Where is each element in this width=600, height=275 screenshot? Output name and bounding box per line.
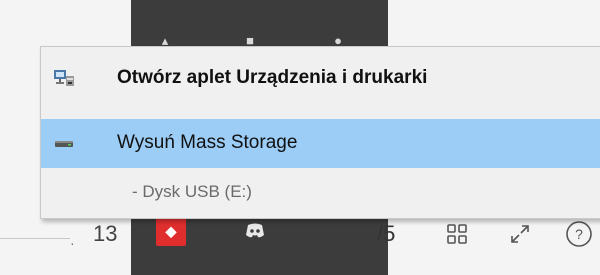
menu-item-usb-disk[interactable]: - Dysk USB (E:) bbox=[41, 168, 600, 218]
svg-text:?: ? bbox=[575, 226, 583, 242]
menu-item-open-devices-printers[interactable]: Otwórz aplet Urządzenia i drukarki bbox=[41, 47, 600, 115]
zoom-slider-dot: · bbox=[70, 235, 75, 251]
usb-drive-icon bbox=[53, 134, 75, 154]
page-counter: /5 bbox=[377, 221, 396, 246]
zoom-value: 13 bbox=[93, 221, 118, 246]
help-icon[interactable]: ? bbox=[562, 217, 596, 251]
usb-context-menu: Otwórz aplet Urządzenia i drukarki Wysuń… bbox=[40, 46, 600, 219]
zoom-slider-track[interactable] bbox=[0, 238, 70, 239]
menu-item-label: - Dysk USB (E:) bbox=[132, 182, 252, 201]
zoom-control: · 13 bbox=[0, 216, 131, 256]
discord-icon[interactable] bbox=[240, 216, 270, 246]
menu-item-label: Otwórz aplet Urządzenia i drukarki bbox=[117, 67, 428, 88]
red-app-icon[interactable]: ◆ bbox=[156, 216, 186, 246]
menu-item-label: Wysuń Mass Storage bbox=[117, 132, 298, 153]
expand-icon[interactable] bbox=[503, 217, 537, 251]
devices-printers-icon bbox=[53, 68, 75, 88]
menu-item-eject-mass-storage[interactable]: Wysuń Mass Storage bbox=[41, 119, 600, 168]
grid-view-icon[interactable] bbox=[440, 217, 474, 251]
